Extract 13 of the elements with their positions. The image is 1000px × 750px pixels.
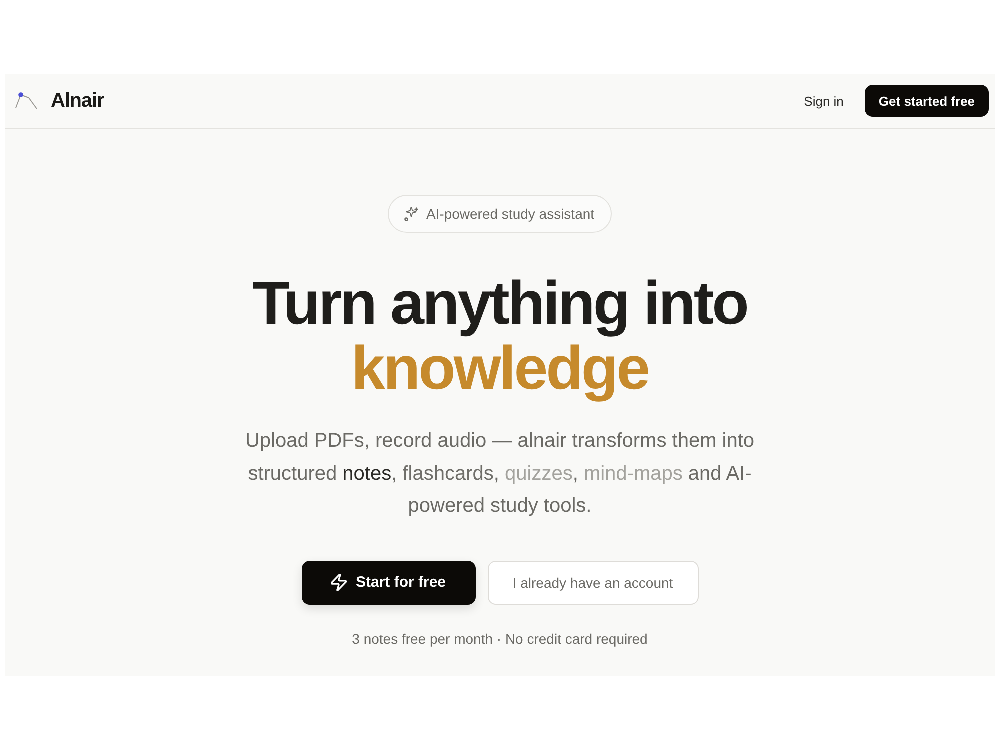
brand-name: Alnair (51, 90, 104, 112)
constellation-logo-icon (15, 92, 38, 110)
headline-accent-word: knowledge (351, 336, 649, 401)
headline-text: Turn anything into (252, 271, 748, 336)
badge-label: AI-powered study assistant (426, 206, 595, 222)
pricing-note: 3 notes free per month · No credit card required (352, 630, 648, 648)
existing-account-button[interactable]: I already have an account (488, 560, 698, 604)
sparkles-icon (404, 206, 420, 222)
hero-description: Upload PDFs, record audio — alnair transforms them into structured notes, flashcards, quizzes, mind-maps and AI-powered study tools. (244, 429, 756, 519)
get-started-button[interactable]: Get started free (864, 85, 989, 117)
lightning-icon (330, 574, 347, 591)
sign-in-link[interactable]: Sign in (804, 94, 844, 108)
start-for-free-button[interactable]: Start for free (302, 560, 476, 604)
